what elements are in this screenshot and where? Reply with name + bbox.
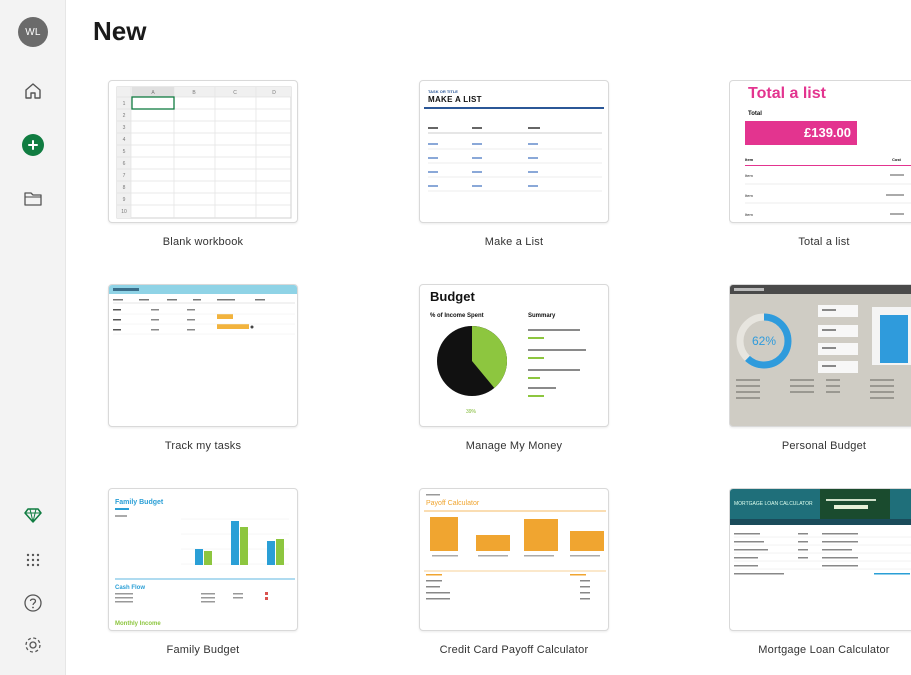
row-header: 10 <box>121 209 127 215</box>
create-new-icon[interactable] <box>18 130 48 160</box>
template-thumbnail: MORTGAGE LOAN CALCULATOR <box>729 488 911 631</box>
template-family-budget[interactable]: Family Budget Cash Flow Monthly Income F… <box>108 488 298 656</box>
template-thumbnail <box>108 284 298 427</box>
template-credit-card-payoff[interactable]: Payoff Calculator Credit Card Payoff Cal… <box>419 488 609 656</box>
template-thumbnail: Family Budget Cash Flow Monthly Income <box>108 488 298 631</box>
row-header: 1 <box>123 101 126 107</box>
template-mortgage-loan[interactable]: MORTGAGE LOAN CALCULATOR Mortgage Loan C… <box>729 488 911 656</box>
template-thumbnail: TASK OR TITLE MAKE A LIST <box>419 80 609 223</box>
excel-new-page: WL New A B C D 1 2 3 4 5 6 7 8 9 10 Blan… <box>0 0 911 675</box>
credit-payoff-preview: Payoff Calculator <box>424 494 606 600</box>
template-thumbnail: A B C D 1 2 3 4 5 6 7 8 9 10 <box>108 80 298 223</box>
template-make-a-list[interactable]: TASK OR TITLE MAKE A LIST Make a List <box>419 80 609 248</box>
template-label: Track my tasks <box>164 440 242 452</box>
preview-cash-flow: Cash Flow <box>115 585 145 591</box>
row-header: 9 <box>123 197 126 203</box>
list-rows-preview <box>428 127 602 192</box>
template-personal-budget[interactable]: 62% Personal Budget <box>729 284 911 452</box>
template-thumbnail: Payoff Calculator <box>419 488 609 631</box>
row-header: 2 <box>123 113 126 119</box>
row-header: 5 <box>123 149 126 155</box>
column-header-c: C <box>233 90 237 96</box>
template-total-a-list[interactable]: Total a list Total £139.00 Item Cost Ite… <box>729 80 911 248</box>
template-label: Credit Card Payoff Calculator <box>439 644 589 656</box>
template-thumbnail: 62% <box>729 284 911 427</box>
template-blank-workbook[interactable]: A B C D 1 2 3 4 5 6 7 8 9 10 Blank workb… <box>108 80 298 248</box>
row-header: 6 <box>123 161 126 167</box>
gauge-percent: 62% <box>752 334 776 348</box>
user-avatar[interactable]: WL <box>18 17 48 47</box>
help-icon[interactable] <box>18 588 48 618</box>
preview-title: MORTGAGE LOAN CALCULATOR <box>734 501 813 507</box>
mortgage-preview: MORTGAGE LOAN CALCULATOR <box>730 489 911 575</box>
income-pie-preview <box>437 326 586 397</box>
app-launcher-icon[interactable] <box>18 545 48 575</box>
template-label: Total a list <box>798 236 850 248</box>
template-track-my-tasks[interactable]: Track my tasks <box>108 284 298 452</box>
template-manage-my-money[interactable]: Budget % of Income Spent Summary 39% Man… <box>419 284 609 452</box>
left-rail: WL <box>0 0 66 675</box>
template-label: Family Budget <box>166 644 240 656</box>
preview-title: Family Budget <box>115 499 164 506</box>
spreadsheet-grid-preview: A B C D 1 2 3 4 5 6 7 8 9 10 <box>116 86 292 219</box>
family-budget-preview: Family Budget Cash Flow Monthly Income <box>115 499 295 627</box>
preview-percent: 39% <box>466 409 477 415</box>
preview-monthly-income: Monthly Income <box>115 621 161 627</box>
personal-budget-preview: 62% <box>730 285 911 399</box>
template-thumbnail: Budget % of Income Spent Summary 39% <box>419 284 609 427</box>
template-label: Blank workbook <box>162 236 244 248</box>
total-list-cost-marks <box>745 174 911 215</box>
template-label: Mortgage Loan Calculator <box>758 644 890 656</box>
preview-title: Payoff Calculator <box>426 500 480 507</box>
task-tracker-preview <box>109 285 297 335</box>
home-icon[interactable] <box>18 76 48 106</box>
column-header-d: D <box>272 90 276 96</box>
open-folder-icon[interactable] <box>18 184 48 214</box>
row-header: 7 <box>123 173 126 179</box>
page-title: New <box>93 16 147 46</box>
row-header: 3 <box>123 125 126 131</box>
row-header: 8 <box>123 185 126 191</box>
template-label: Make a List <box>484 236 544 248</box>
template-thumbnail: Total a list Total £139.00 Item Cost Ite… <box>729 80 911 223</box>
premium-diamond-icon[interactable] <box>18 500 48 530</box>
plus-circle-icon <box>22 134 44 156</box>
template-label: Manage My Money <box>465 440 563 452</box>
template-label: Personal Budget <box>781 440 867 452</box>
row-header: 4 <box>123 137 126 143</box>
settings-icon[interactable] <box>18 630 48 660</box>
